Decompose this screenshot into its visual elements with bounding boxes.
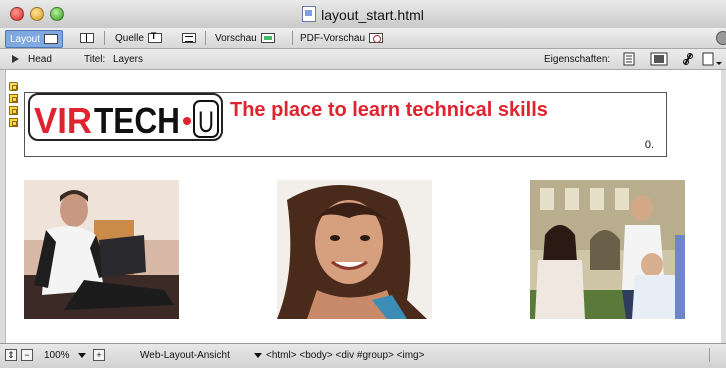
zoom-out-button[interactable]: −	[21, 349, 33, 361]
virtech-u-logo: VIR TECH U	[28, 93, 223, 141]
view-mode-select[interactable]: Web-Layout-Ansicht	[140, 350, 230, 361]
source-view-label: Quelle	[115, 32, 144, 44]
toolbar-divider	[104, 31, 105, 45]
document-title-field[interactable]: Layers	[113, 54, 143, 65]
head-toggle-label[interactable]: Head	[28, 54, 52, 65]
photo-student-laptop[interactable]	[24, 180, 179, 319]
preview-image-icon	[260, 33, 275, 43]
disclosure-triangle-icon[interactable]	[12, 55, 19, 63]
layer-anchor-icon[interactable]	[9, 82, 18, 91]
photo-student-group[interactable]	[530, 180, 685, 319]
help-icon[interactable]	[716, 31, 726, 45]
layout-view-button[interactable]: Layout	[5, 30, 64, 48]
preview-view-button[interactable]: Vorschau	[215, 30, 275, 46]
preview-view-label: Vorschau	[215, 32, 257, 44]
status-bar: ⇕ − 100% + Web-Layout-Ansicht <html> <bo…	[0, 343, 726, 368]
view-toolbar: Layout Quelle Vorschau PDF-Vorschau	[0, 28, 726, 49]
layout-view-icon	[44, 34, 59, 44]
student-laptop-image	[24, 180, 179, 319]
pdf-icon	[369, 33, 384, 43]
logo-u-text: U	[198, 106, 214, 139]
toolbar-divider	[205, 31, 206, 45]
smiling-woman-image	[277, 180, 432, 319]
pdf-preview-button[interactable]: PDF-Vorschau	[300, 30, 384, 46]
title-label: Titel:	[84, 54, 106, 65]
source-lines-icon	[182, 33, 196, 43]
banner-corner-text: 0.	[644, 139, 654, 151]
html-document-icon	[302, 6, 317, 22]
film-strip-icon[interactable]	[650, 52, 668, 66]
window-titlebar: layout_start.html	[0, 0, 726, 29]
logo-tech-text: TECH	[94, 100, 180, 141]
tag-breadcrumb[interactable]: <html> <body> <div #group> <img>	[266, 350, 424, 361]
text-source-icon	[147, 31, 162, 43]
view-mode-dropdown-arrow-icon[interactable]	[254, 353, 262, 358]
window-title-text: layout_start.html	[321, 7, 424, 23]
source-view-button[interactable]: Quelle	[115, 30, 162, 46]
pdf-preview-label: PDF-Vorschau	[300, 32, 366, 44]
logo-graphic: VIR TECH U	[34, 100, 219, 141]
layer-anchor-icon[interactable]	[9, 118, 18, 127]
document-info-bar: Head Titel: Layers Eigenschaften:	[0, 49, 726, 70]
frames-view-button[interactable]	[80, 30, 94, 46]
stepper-arrows-icon[interactable]: ⇕	[5, 349, 17, 361]
link-chain-icon[interactable]	[681, 52, 695, 66]
tagline: The place to learn technical skills	[230, 99, 548, 121]
page-properties-icon[interactable]	[622, 52, 636, 66]
logo-dot	[183, 117, 191, 125]
logo-vir-text: VIR	[34, 100, 92, 141]
page-dropdown-icon[interactable]	[702, 52, 724, 66]
properties-label: Eigenschaften:	[544, 54, 611, 65]
resize-grip-icon[interactable]	[709, 348, 722, 362]
layout-view-label: Layout	[10, 33, 41, 45]
source-split-button[interactable]	[182, 30, 196, 46]
toolbar-divider	[292, 31, 293, 45]
layer-anchor-icon[interactable]	[9, 94, 18, 103]
zoom-in-button[interactable]: +	[93, 349, 105, 361]
header-banner[interactable]: VIR TECH U The place to learn technical …	[24, 92, 667, 157]
window-title: layout_start.html	[0, 6, 726, 23]
photo-smiling-woman[interactable]	[277, 180, 432, 319]
zoom-level[interactable]: 100%	[44, 350, 70, 361]
layer-anchor-icon[interactable]	[9, 106, 18, 115]
student-group-image	[530, 180, 685, 319]
zoom-dropdown-arrow-icon[interactable]	[78, 353, 86, 358]
layer-anchors	[9, 82, 19, 130]
split-view-icon	[80, 33, 94, 43]
